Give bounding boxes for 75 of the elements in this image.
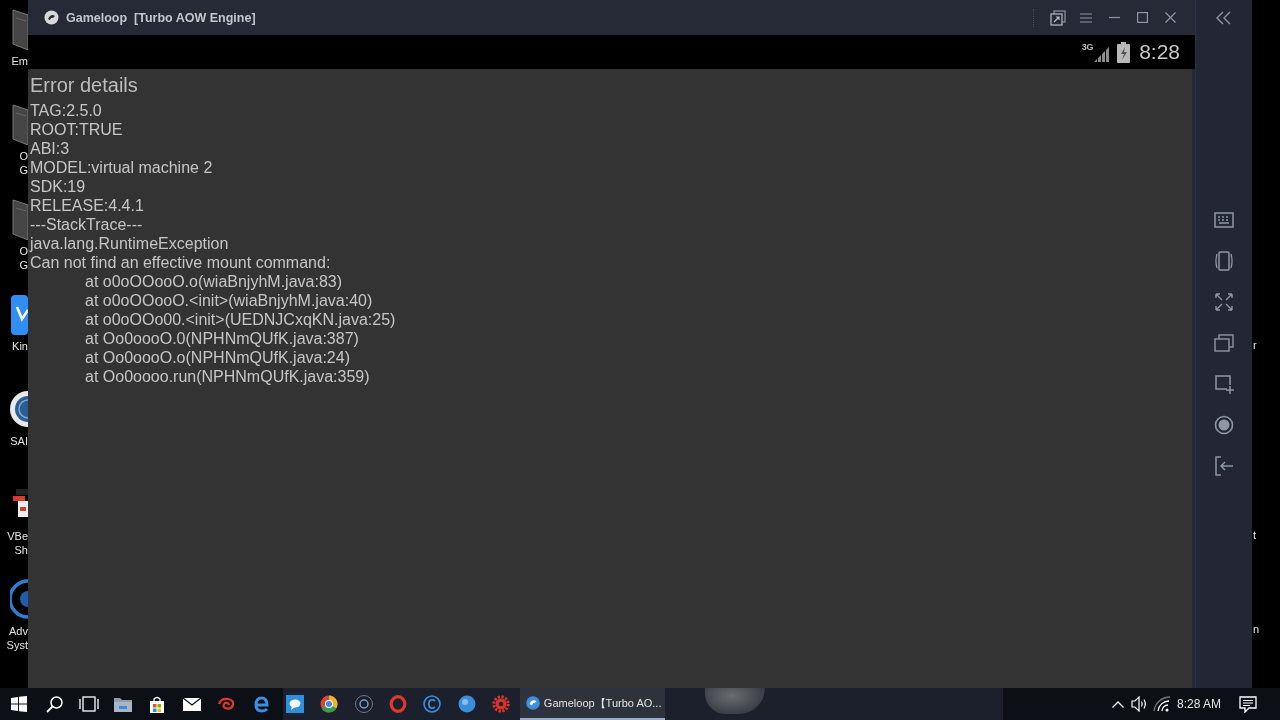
shortcut-label: t: [1252, 528, 1257, 542]
c-ring-icon[interactable]: [423, 695, 442, 713]
error-detail-line: ABI:3: [30, 139, 70, 158]
blurred-photo-placeholder: [704, 688, 765, 714]
speaker-icon[interactable]: [1130, 696, 1148, 712]
error-detail-line: ROOT:TRUE: [30, 120, 123, 139]
shortcut-label: O: [19, 244, 28, 258]
shortcut-label: Syst: [6, 638, 28, 652]
task-view-icon[interactable]: [78, 696, 99, 712]
record-icon[interactable]: [1214, 414, 1234, 436]
double-chevron-left-icon[interactable]: [1216, 11, 1232, 25]
stack-frame-line: at o0oOOo00.<init>(UEDNJCxqKN.java:25): [85, 310, 396, 329]
error-detail-line: java.lang.RuntimeException: [30, 234, 229, 253]
wifi-icon[interactable]: [1153, 696, 1171, 712]
error-detail-line: MODEL:virtual machine 2: [30, 158, 213, 177]
popout-icon[interactable]: [1050, 9, 1066, 26]
error-detail-line: TAG:2.5.0: [30, 101, 102, 120]
chat-tile-icon[interactable]: [285, 695, 304, 713]
battery-charging-icon: [1117, 41, 1131, 63]
stack-frame-line: at Oo0oooo.run(NPHNmQUfK.java:359): [85, 367, 370, 386]
stack-frame-line: at Oo0oooO.0(NPHNmQUfK.java:387): [85, 329, 359, 348]
network-type-label: 3G: [1081, 42, 1094, 52]
close-icon[interactable]: [1164, 12, 1176, 23]
taskbar-window-button[interactable]: Gameloop【Turbo AO...: [519, 688, 665, 720]
notification-icon[interactable]: [1239, 695, 1257, 713]
shortcut-label: Kin: [12, 339, 28, 353]
gear-icon[interactable]: [492, 695, 511, 713]
round-badge-icon[interactable]: [354, 695, 373, 713]
globe-icon: [10, 388, 28, 430]
keyboard-icon[interactable]: [1214, 209, 1234, 231]
chevron-up-icon[interactable]: [1112, 700, 1124, 708]
shortcut-label: O: [19, 149, 28, 163]
search-icon[interactable]: [45, 695, 63, 713]
stacked-windows-icon[interactable]: [1214, 332, 1234, 354]
document-icon: [10, 103, 28, 145]
shortcut-label: G: [19, 163, 28, 177]
phone-rotate-icon[interactable]: [1214, 250, 1234, 272]
shopping-bag-icon[interactable]: [149, 695, 166, 713]
folder-icon[interactable]: [113, 696, 132, 712]
round-logo-icon[interactable]: [320, 695, 339, 713]
shortcut-label: SAI: [10, 434, 28, 448]
shortcut-label: VBe: [7, 529, 28, 543]
status-time: 8:28: [1139, 40, 1180, 64]
logo-icon: [44, 10, 59, 25]
maximize-icon[interactable]: [1136, 12, 1148, 23]
stack-frame-line: at o0oOOooO.o(wiaBnjyhM.java:83): [85, 272, 342, 291]
stack-frame-line: at Oo0oooO.o(NPHNmQUfK.java:24): [85, 348, 350, 367]
screenshot-plus-icon[interactable]: [1214, 373, 1234, 395]
error-detail-line: Can not find an effective mount command:: [30, 253, 331, 272]
sphere-icon[interactable]: [457, 695, 476, 713]
error-heading: Error details: [30, 73, 138, 97]
swirl-logo-icon[interactable]: [217, 697, 236, 711]
document-icon: [10, 8, 28, 50]
shortcut-label: n: [1252, 622, 1260, 636]
shortcut-label: Sh: [14, 543, 28, 557]
ring-logo-icon[interactable]: [389, 695, 408, 713]
shortcut-label: Em: [11, 54, 28, 68]
taskbar-clock[interactable]: 8:28 AM: [1177, 697, 1221, 711]
error-detail-line: SDK:19: [30, 177, 86, 196]
logo-icon: [525, 696, 540, 710]
shortcut-label: Adv: [9, 624, 28, 638]
app-tile-icon: [10, 293, 28, 335]
error-detail-line: ---StackTrace---: [30, 215, 143, 234]
mail-icon[interactable]: [182, 697, 201, 711]
exit-arrow-icon[interactable]: [1214, 455, 1234, 477]
stack-frame-line: at o0oOOooO.<init>(wiaBnjyhM.java:40): [85, 291, 373, 310]
document-icon: [10, 198, 28, 240]
minimize-icon[interactable]: [1108, 16, 1120, 19]
shortcut-label: G: [19, 258, 28, 272]
error-detail-line: RELEASE:4.4.1: [30, 196, 144, 215]
window-title: Gameloop [Turbo AOW Engine]: [66, 10, 256, 25]
ring-icon: [10, 578, 28, 620]
windows-logo-icon[interactable]: [10, 696, 27, 712]
shortcut-label: r: [1252, 338, 1257, 352]
fullscreen-arrows-icon[interactable]: [1214, 291, 1234, 313]
